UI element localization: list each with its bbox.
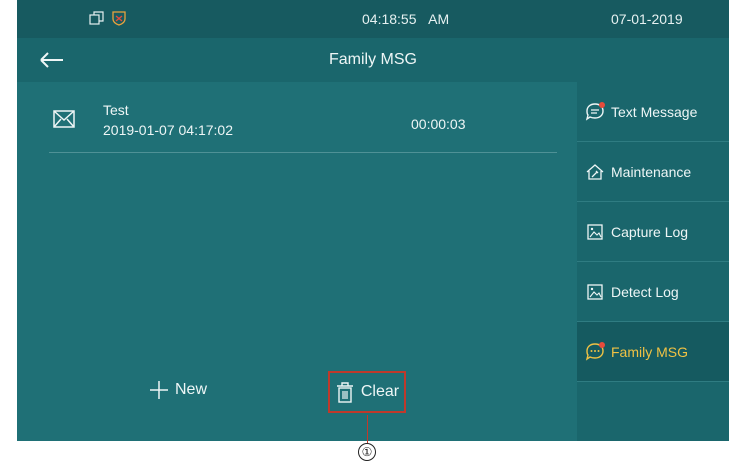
sidebar-item-label: Detect Log: [611, 283, 679, 300]
unread-badge: [599, 341, 605, 348]
page-title: Family MSG: [329, 51, 417, 68]
envelope-icon: [53, 110, 75, 128]
sidebar-item-label: Capture Log: [611, 223, 689, 240]
message-duration: 00:00:03: [411, 116, 466, 132]
message-title: Test: [103, 102, 129, 118]
status-icons: [89, 10, 127, 26]
status-bar: 04:18:55 AM 07-01-2019: [17, 0, 729, 38]
plus-icon: [150, 381, 168, 399]
clock-ampm: AM: [428, 11, 450, 27]
sidebar: Text Message Maintenance Capture Log Det…: [577, 82, 729, 441]
message-row[interactable]: Test 2019-01-07 04:17:02 00:00:03: [49, 96, 557, 153]
picture-icon: [587, 223, 603, 240]
shield-icon: [112, 11, 126, 26]
sidebar-item-text-message[interactable]: Text Message: [577, 82, 729, 142]
sidebar-item-label: Text Message: [611, 103, 698, 120]
clock-time: 04:18:55: [362, 11, 417, 27]
sidebar-item-family-msg[interactable]: Family MSG: [577, 322, 729, 382]
chat-bubble-icon: [585, 101, 605, 122]
message-timestamp: 2019-01-07 04:17:02: [103, 122, 233, 138]
chat-bubble-icon: [585, 341, 605, 362]
clear-button[interactable]: Clear: [328, 371, 406, 413]
message-list-panel: Test 2019-01-07 04:17:02 00:00:03 New Cl…: [17, 82, 577, 441]
sidebar-item-label: Maintenance: [611, 163, 692, 180]
annotation-line: [367, 415, 368, 443]
status-date: 07-01-2019: [611, 11, 683, 27]
sidebar-item-label: Family MSG: [611, 343, 688, 360]
window-restore-icon: [89, 11, 104, 25]
wrench-house-icon: [586, 163, 604, 180]
new-button-label: New: [175, 381, 208, 398]
new-button[interactable]: New: [149, 380, 207, 400]
sidebar-item-capture-log[interactable]: Capture Log: [577, 202, 729, 262]
clear-button-label: Clear: [360, 383, 400, 400]
sidebar-item-detect-log[interactable]: Detect Log: [577, 262, 729, 322]
picture-icon: [587, 283, 603, 300]
device-screen: 04:18:55 AM 07-01-2019 Family MSG Test 2…: [17, 0, 729, 441]
title-bar: Family MSG: [17, 38, 729, 82]
unread-badge: [599, 101, 605, 108]
trash-icon: [336, 382, 353, 403]
status-time: 04:18:55 AM: [362, 11, 449, 27]
annotation-marker: ①: [358, 443, 376, 461]
sidebar-item-maintenance[interactable]: Maintenance: [577, 142, 729, 202]
